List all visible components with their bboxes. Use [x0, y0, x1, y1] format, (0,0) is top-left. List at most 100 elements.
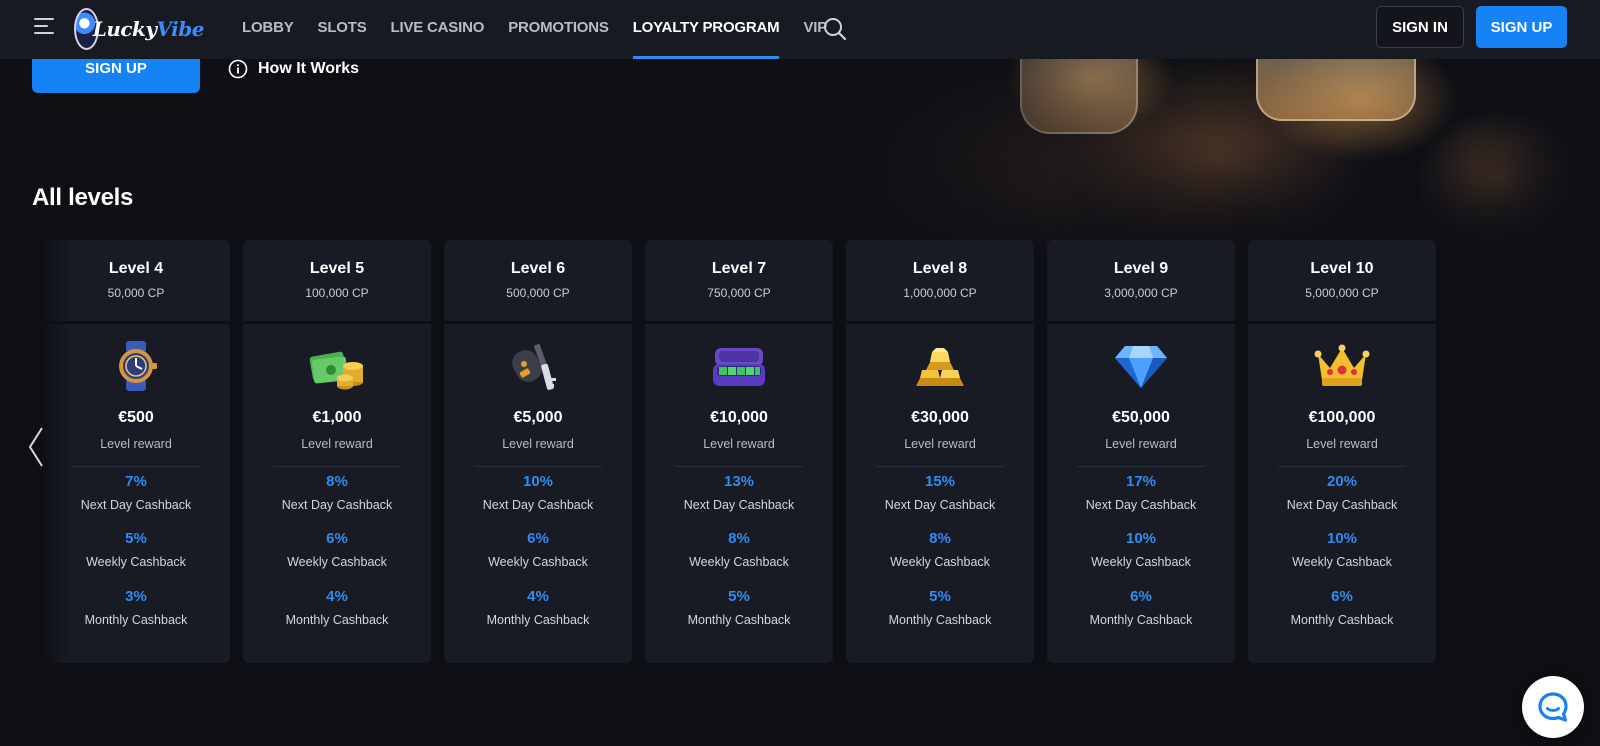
weekly-cashback-label: Weekly Cashback [890, 555, 990, 569]
nav-item-slots[interactable]: SLOTS [318, 0, 367, 59]
card-divider [273, 466, 401, 467]
level-name: Level 5 [309, 260, 365, 277]
monthly-cashback-value: 5% [728, 588, 750, 605]
weekly-cashback-value: 10% [1326, 530, 1358, 547]
monthly-cashback-value: 5% [929, 588, 951, 605]
page: SIGN UP How It Works All levels LuckyVib… [0, 0, 1600, 746]
nav-item-promotions[interactable]: PROMOTIONS [508, 0, 609, 59]
level-card: Level 9 3,000,000 CP €50,000 Level rewar… [1047, 240, 1235, 663]
level-name: Level 10 [1310, 260, 1374, 277]
next-day-cashback-value: 7% [125, 473, 147, 490]
card-divider [72, 466, 200, 467]
weekly-cashback-label: Weekly Cashback [287, 555, 387, 569]
sign-in-label: SIGN IN [1392, 18, 1448, 36]
menu-icon[interactable] [34, 18, 56, 36]
next-day-cashback-value: 13% [723, 473, 755, 490]
sign-up-button[interactable]: SIGN UP [1476, 6, 1567, 48]
level-card-header [1047, 240, 1235, 321]
level-card: Level 6 500,000 CP €5,000 Level reward 1… [444, 240, 632, 663]
next-day-cashback-label: Next Day Cashback [884, 498, 996, 512]
sign-in-button[interactable]: SIGN IN [1376, 6, 1464, 48]
nav-item-loyalty-program[interactable]: LOYALTY PROGRAM [632, 0, 780, 59]
hero-banner: SIGN UP How It Works All levels [0, 59, 1600, 259]
hero-sign-up-button[interactable]: SIGN UP [32, 59, 200, 93]
next-day-cashback-label: Next Day Cashback [281, 498, 393, 512]
card-divider [876, 466, 1004, 467]
level-card: Level 10 5,000,000 CP €100,000 Level rew… [1248, 240, 1436, 663]
card-divider [474, 466, 602, 467]
crown-icon [1312, 340, 1372, 392]
level-card-header [1248, 240, 1436, 321]
weekly-cashback-value: 5% [125, 530, 147, 547]
level-card: Level 5 100,000 CP €1,000 Level reward 8… [243, 240, 431, 663]
next-day-cashback-label: Next Day Cashback [80, 498, 192, 512]
next-day-cashback-value: 20% [1326, 473, 1358, 490]
logo[interactable]: LuckyVibe [74, 6, 205, 52]
nav-item-lobby[interactable]: LOBBY [242, 0, 294, 59]
monthly-cashback-label: Monthly Cashback [1290, 613, 1394, 627]
next-day-cashback-value: 17% [1125, 473, 1157, 490]
weekly-cashback-label: Weekly Cashback [488, 555, 588, 569]
level-name: Level 7 [711, 260, 767, 277]
live-chat-button[interactable] [1522, 676, 1584, 738]
main-nav: LOBBY SLOTS LIVE CASINO PROMOTIONS LOYALTY P… [242, 0, 851, 59]
weekly-cashback-label: Weekly Cashback [689, 555, 789, 569]
level-cp-required: 100,000 CP [305, 286, 369, 300]
logo-text-accent: Vibe [156, 17, 205, 41]
card-divider [1278, 466, 1406, 467]
level-reward-amount: €10,000 [710, 409, 768, 426]
next-day-cashback-label: Next Day Cashback [482, 498, 594, 512]
level-reward-amount: €1,000 [312, 409, 362, 426]
gold-bars-icon [910, 340, 970, 392]
level-card-header [645, 240, 833, 321]
level-cp-required: 500,000 CP [506, 286, 570, 300]
next-day-cashback-label: Next Day Cashback [683, 498, 795, 512]
hero-sign-up-label: SIGN UP [85, 60, 147, 77]
weekly-cashback-value: 6% [527, 530, 549, 547]
nav-item-live-casino[interactable]: LIVE CASINO [391, 0, 485, 59]
chat-icon [1538, 692, 1568, 722]
diamond-icon [1111, 340, 1171, 392]
chevron-left-icon[interactable] [26, 426, 46, 468]
level-name: Level 9 [1113, 260, 1169, 277]
monthly-cashback-label: Monthly Cashback [285, 613, 389, 627]
cash-coins-icon [307, 340, 367, 392]
level-card-header [846, 240, 1034, 321]
level-card-header [444, 240, 632, 321]
level-card-header [243, 240, 431, 321]
money-case-icon [709, 340, 769, 392]
level-name: Level 6 [510, 260, 566, 277]
sign-up-label: SIGN UP [1490, 18, 1553, 36]
how-it-works-link[interactable]: How It Works [228, 59, 359, 79]
level-reward-label: Level reward [1306, 437, 1378, 451]
level-card: Level 4 50,000 CP €500 Level reward 7% N… [42, 240, 230, 663]
level-reward-label: Level reward [301, 437, 373, 451]
monthly-cashback-label: Monthly Cashback [888, 613, 992, 627]
next-day-cashback-value: 15% [924, 473, 956, 490]
card-divider [675, 466, 803, 467]
info-icon [228, 59, 248, 79]
section-title: All levels [32, 184, 134, 211]
level-cp-required: 5,000,000 CP [1305, 286, 1379, 300]
level-reward-amount: €500 [118, 409, 154, 426]
how-it-works-label: How It Works [258, 60, 360, 77]
next-day-cashback-label: Next Day Cashback [1286, 498, 1398, 512]
level-reward-label: Level reward [1105, 437, 1177, 451]
levels-carousel: Level 4 50,000 CP €500 Level reward 7% N… [0, 240, 1600, 664]
weekly-cashback-value: 10% [1125, 530, 1157, 547]
monthly-cashback-label: Monthly Cashback [687, 613, 791, 627]
next-day-cashback-label: Next Day Cashback [1085, 498, 1197, 512]
top-navbar: LuckyVibe LOBBY SLOTS LIVE CASINO PROMOTION… [0, 0, 1600, 59]
level-name: Level 4 [108, 260, 164, 277]
monthly-cashback-label: Monthly Cashback [1089, 613, 1193, 627]
monthly-cashback-label: Monthly Cashback [84, 613, 188, 627]
weekly-cashback-label: Weekly Cashback [1292, 555, 1392, 569]
monthly-cashback-value: 3% [125, 588, 147, 605]
weekly-cashback-label: Weekly Cashback [86, 555, 186, 569]
search-icon[interactable] [822, 16, 848, 42]
level-reward-label: Level reward [703, 437, 775, 451]
monthly-cashback-value: 6% [1331, 588, 1353, 605]
monthly-cashback-value: 4% [326, 588, 348, 605]
weekly-cashback-value: 8% [929, 530, 951, 547]
hero-fade [0, 59, 1600, 259]
